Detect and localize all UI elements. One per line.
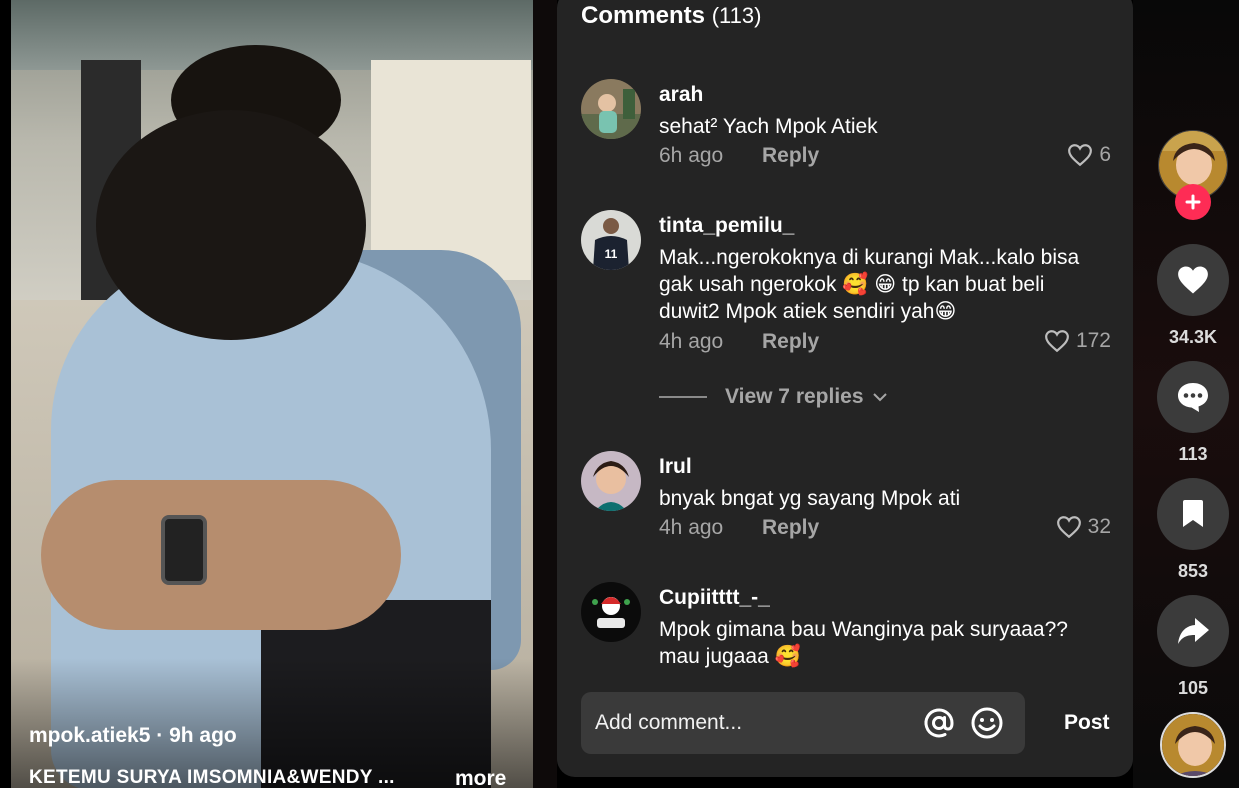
bookmark-count: 853 <box>1177 561 1209 581</box>
video-author-line[interactable]: mpok.atiek5 · 9h ago <box>29 724 237 748</box>
comment-text: Mak...ngerokoknya di kurangi Mak...kalo … <box>659 246 1080 323</box>
video-author-separator: · <box>150 724 170 747</box>
share-icon <box>1178 618 1209 644</box>
comment-username[interactable]: Cupiitttt_-_ <box>659 586 770 610</box>
comment-like-button[interactable]: 32 <box>1056 515 1111 539</box>
reply-button[interactable]: Reply <box>762 144 819 168</box>
comment-like-count: 6 <box>1099 143 1111 166</box>
comment-input[interactable] <box>595 704 905 742</box>
avatar[interactable] <box>581 582 641 642</box>
comment-text: bnyak bngat yg sayang Mpok ati <box>659 487 961 510</box>
avatar[interactable] <box>581 451 641 511</box>
comments-title-label: Comments <box>581 2 706 29</box>
svg-text:11: 11 <box>605 247 618 261</box>
comment-item: 11 tinta_pemilu_ Mak...ngerokoknya di ku… <box>581 210 1111 370</box>
post-button[interactable]: Post <box>1064 711 1110 735</box>
comment-count: 113 <box>1178 444 1208 464</box>
comment-time: 4h ago <box>659 330 724 353</box>
heart-icon <box>1178 266 1208 294</box>
emoji-icon[interactable] <box>969 705 1005 741</box>
comment-username[interactable]: Irul <box>659 455 692 479</box>
avatar[interactable] <box>581 79 641 139</box>
heart-icon <box>1045 330 1069 353</box>
bookmark-icon <box>1183 500 1203 527</box>
comments-title: Comments (113) <box>581 2 761 30</box>
comment-icon <box>1178 383 1208 412</box>
comment-button[interactable] <box>1157 361 1229 433</box>
heart-icon <box>1056 516 1081 539</box>
follow-button[interactable] <box>1175 184 1211 220</box>
comment-meta: 6h ago Reply <box>659 144 819 168</box>
bookmark-button[interactable] <box>1157 478 1229 550</box>
comment-like-count: 32 <box>1087 515 1111 538</box>
view-replies-line <box>659 396 707 398</box>
view-replies-button[interactable]: View 7 replies <box>659 385 888 409</box>
view-replies-label: View 7 replies <box>725 385 864 408</box>
comment-username[interactable]: tinta_pemilu_ <box>659 214 794 238</box>
heart-icon <box>1068 144 1093 167</box>
share-count: 105 <box>1177 678 1209 698</box>
video-more-link[interactable]: more <box>455 767 506 788</box>
divider-strip <box>533 0 557 788</box>
music-disc-avatar[interactable] <box>1160 712 1226 778</box>
video-scene-arm <box>41 480 401 630</box>
mention-icon[interactable] <box>921 705 957 741</box>
video-posted-time: 9h ago <box>169 724 237 747</box>
comment-username[interactable]: arah <box>659 83 703 107</box>
reply-button[interactable]: Reply <box>762 330 819 354</box>
comment-time: 4h ago <box>659 516 724 539</box>
comment-text: sehat² Yach Mpok Atiek <box>659 115 878 138</box>
comment-time: 6h ago <box>659 144 724 167</box>
comment-text: Mpok gimana bau Wanginya pak suryaaa?? m… <box>659 618 1068 668</box>
video-caption: KETEMU SURYA IMSOMNIA&WENDY ... <box>29 767 395 788</box>
like-count: 34.3K <box>1168 327 1218 347</box>
like-button[interactable] <box>1157 244 1229 316</box>
comment-input-container <box>581 692 1025 754</box>
comment-like-button[interactable]: 172 <box>1044 329 1111 353</box>
video-scene-wall <box>371 60 531 280</box>
video-player[interactable] <box>11 0 533 788</box>
video-author[interactable]: mpok.atiek5 <box>29 724 150 747</box>
comment-item: arah sehat² Yach Mpok Atiek 6h ago Reply… <box>581 79 1111 169</box>
comments-count: (113) <box>711 3 762 28</box>
share-button[interactable] <box>1157 595 1229 667</box>
comment-like-button[interactable]: 6 <box>1067 143 1111 167</box>
plus-icon <box>1185 194 1201 210</box>
comment-meta: 4h ago Reply <box>659 516 819 540</box>
chevron-down-icon <box>872 393 887 402</box>
reply-button[interactable]: Reply <box>762 516 819 540</box>
video-scene-woman-hair <box>96 110 366 340</box>
comment-item: Irul bnyak bngat yg sayang Mpok ati 4h a… <box>581 451 1111 541</box>
comment-like-count: 172 <box>1075 329 1111 352</box>
video-scene-watch <box>161 515 207 585</box>
avatar[interactable]: 11 <box>581 210 641 270</box>
comment-item: Cupiitttt_-_ Mpok gimana bau Wanginya pa… <box>581 582 1111 672</box>
comment-meta: 4h ago Reply <box>659 330 819 354</box>
